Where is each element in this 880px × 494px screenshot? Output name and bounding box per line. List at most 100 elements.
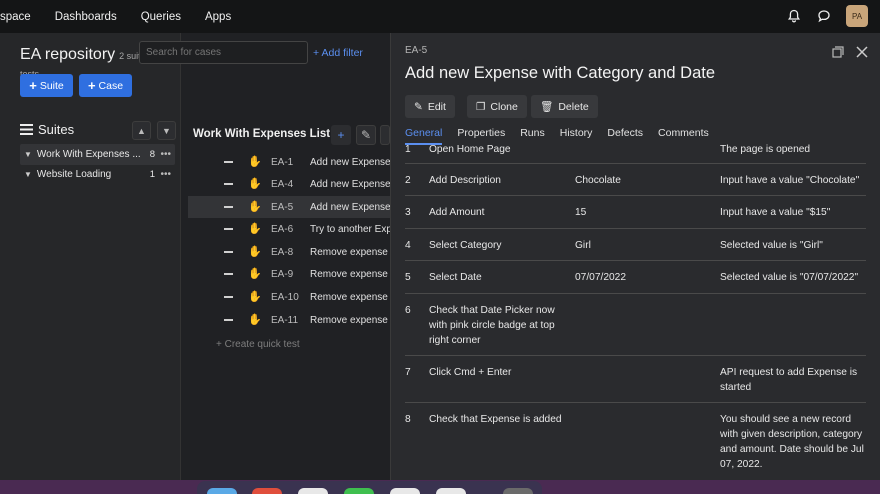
- case-row[interactable]: ✋ EA-10 Remove expense: [188, 286, 390, 308]
- case-name: Add new Expense: [310, 178, 390, 190]
- repo-title-text: EA repository: [20, 46, 116, 63]
- step-action: Click Cmd + Enter: [429, 367, 512, 378]
- case-row[interactable]: ✋ EA-1 Add new Expense: [188, 151, 390, 173]
- step-data: 15: [575, 207, 587, 218]
- step-number: 5: [405, 272, 411, 283]
- trash-icon[interactable]: [503, 488, 533, 494]
- clone-suite-button[interactable]: [380, 125, 390, 145]
- more-icon[interactable]: •••: [160, 169, 171, 180]
- nav-apps[interactable]: Apps: [205, 11, 231, 23]
- case-id: EA-11: [271, 314, 299, 326]
- caret-down-icon: ▼: [24, 150, 32, 159]
- step-number: 8: [405, 414, 411, 425]
- case-row[interactable]: ✋ EA-5 Add new Expense: [188, 196, 390, 218]
- step-number: 6: [405, 305, 411, 316]
- nav-dashboards[interactable]: Dashboards: [55, 11, 117, 23]
- case-name: Remove expense: [310, 314, 388, 326]
- suites-heading-label: Suites: [38, 122, 75, 137]
- suite-item-work-with-expenses[interactable]: ▼ Work With Expenses ... 8 •••: [20, 144, 175, 165]
- case-id: EA-8: [271, 246, 294, 258]
- edit-suite-button[interactable]: ✎: [356, 125, 376, 145]
- case-id: EA-9: [271, 268, 294, 280]
- nav-queries[interactable]: Queries: [141, 11, 181, 23]
- tab-comments[interactable]: Comments: [658, 127, 709, 145]
- case-name: Remove expense: [310, 246, 388, 258]
- tab-runs[interactable]: Runs: [520, 127, 545, 145]
- panel-actions: [832, 45, 868, 63]
- step-row: 7 Click Cmd + Enter API request to add E…: [405, 356, 866, 403]
- caret-down-icon: ▼: [24, 170, 32, 179]
- case-id: EA-10: [271, 291, 299, 303]
- priority-icon: [224, 319, 233, 321]
- chat-icon[interactable]: [816, 8, 832, 24]
- plus-icon: +: [29, 78, 37, 93]
- app-icon[interactable]: [436, 488, 466, 494]
- bell-icon[interactable]: [786, 8, 802, 24]
- expand-all-button[interactable]: ▼: [157, 121, 176, 140]
- case-row[interactable]: ✋ EA-6 Try to another Exp: [188, 218, 390, 240]
- suite-count: 1: [149, 169, 155, 180]
- add-case-to-suite-button[interactable]: +: [331, 125, 351, 145]
- tab-properties[interactable]: Properties: [457, 127, 505, 145]
- case-name: Remove expense: [310, 268, 388, 280]
- case-detail-title: Add new Expense with Category and Date: [405, 64, 716, 82]
- tab-history[interactable]: History: [560, 127, 593, 145]
- step-number: 3: [405, 207, 411, 218]
- open-window-icon[interactable]: [832, 45, 844, 63]
- edit-button[interactable]: ✎ Edit: [405, 95, 455, 118]
- manual-hand-icon: ✋: [248, 201, 262, 213]
- step-row: 3 Add Amount 15 Input have a value "$15": [405, 196, 866, 229]
- more-icon[interactable]: •••: [160, 149, 171, 160]
- add-suite-button[interactable]: + Suite: [20, 74, 73, 97]
- create-quick-test-link[interactable]: + Create quick test: [216, 339, 300, 350]
- priority-icon: [224, 206, 233, 208]
- priority-icon: [224, 161, 233, 163]
- case-id: EA-6: [271, 223, 294, 235]
- step-row: 8 Check that Expense is added You should…: [405, 403, 866, 480]
- priority-icon: [224, 273, 233, 275]
- case-row[interactable]: ✋ EA-11 Remove expense: [188, 309, 390, 331]
- suites-heading: Suites: [20, 122, 74, 137]
- delete-button-label: Delete: [558, 100, 589, 113]
- manual-hand-icon: ✋: [248, 178, 262, 190]
- tab-defects[interactable]: Defects: [607, 127, 643, 145]
- app-icon[interactable]: [298, 488, 328, 494]
- close-icon[interactable]: [856, 45, 868, 63]
- left-panel: EA repository2 suites | 9 tests +Suite +…: [0, 33, 181, 480]
- search-input[interactable]: [139, 41, 308, 64]
- case-row[interactable]: ✋ EA-4 Add new Expense: [188, 173, 390, 195]
- avatar[interactable]: PA: [846, 5, 868, 27]
- clone-button-label: Clone: [490, 100, 518, 113]
- step-number: 7: [405, 367, 411, 378]
- tab-general[interactable]: General: [405, 127, 443, 145]
- priority-icon: [224, 296, 233, 298]
- case-name: Try to another Exp: [310, 223, 390, 235]
- step-row: 4 Select Category Girl Selected value is…: [405, 229, 866, 261]
- collapse-all-button[interactable]: ▲: [132, 121, 151, 140]
- manual-hand-icon: ✋: [248, 223, 262, 235]
- delete-button[interactable]: 🗑 Delete: [531, 95, 598, 118]
- case-name: Add new Expense: [310, 156, 390, 168]
- add-filter-link[interactable]: + Add filter: [313, 47, 363, 59]
- suite-item-website-loading[interactable]: ▼ Website Loading 1 •••: [20, 164, 175, 185]
- step-row: 2 Add Description Chocolate Input have a…: [405, 164, 866, 196]
- step-action: Select Category: [429, 240, 502, 251]
- nav-workspace[interactable]: space: [0, 11, 31, 23]
- case-row[interactable]: ✋ EA-9 Remove expense: [188, 263, 390, 285]
- case-id: EA-4: [271, 178, 294, 190]
- add-case-button[interactable]: + Case: [79, 74, 132, 97]
- finder-icon[interactable]: [207, 488, 237, 494]
- suite-title: Work With Expenses List: [193, 128, 331, 140]
- step-data: Chocolate: [575, 175, 621, 186]
- messages-icon[interactable]: [344, 488, 374, 494]
- step-action: Check that Date Picker now with pink cir…: [429, 305, 555, 346]
- step-action: Check that Expense is added: [429, 414, 562, 425]
- case-row[interactable]: ✋ EA-8 Remove expense: [188, 241, 390, 263]
- double-chevron-down-icon: ▼: [162, 125, 171, 136]
- step-action: Add Description: [429, 175, 501, 186]
- app-icon[interactable]: [390, 488, 420, 494]
- step-expected: Input have a value "$15": [720, 207, 831, 218]
- clone-button[interactable]: ❐ Clone: [467, 95, 527, 118]
- chrome-icon[interactable]: [252, 488, 282, 494]
- step-expected: The page is opened: [720, 144, 811, 155]
